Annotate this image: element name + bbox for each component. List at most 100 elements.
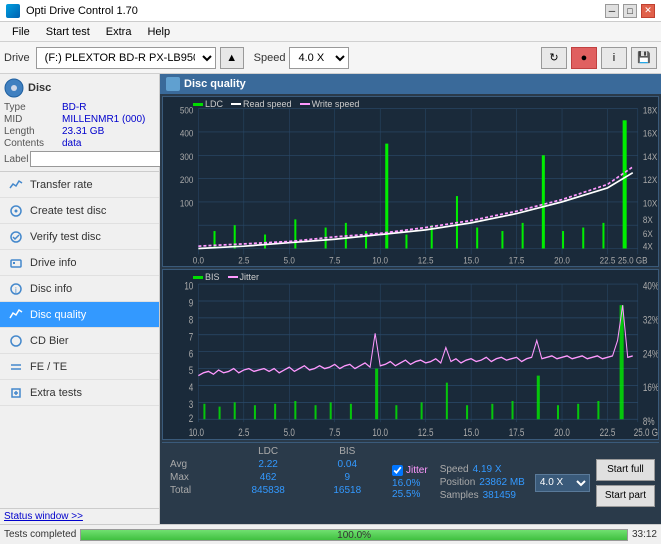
minimize-button[interactable]: ─ bbox=[605, 4, 619, 18]
ldc-chart-svg: 500 400 300 200 100 18X 16X 14X 12X 10X … bbox=[163, 97, 658, 266]
sidebar-item-disc-quality-label: Disc quality bbox=[30, 309, 86, 321]
svg-text:7.5: 7.5 bbox=[329, 255, 340, 266]
samples-label: Samples bbox=[440, 490, 479, 501]
position-row: Position 23862 MB bbox=[440, 477, 525, 488]
title-bar: Opti Drive Control 1.70 ─ □ ✕ bbox=[0, 0, 661, 22]
svg-text:17.5: 17.5 bbox=[509, 427, 525, 439]
progress-bar-container: 100.0% bbox=[80, 529, 628, 541]
svg-text:12.5: 12.5 bbox=[418, 255, 434, 266]
app-title: Opti Drive Control 1.70 bbox=[26, 5, 138, 17]
disc-section-title: Disc bbox=[28, 82, 51, 94]
svg-text:24%: 24% bbox=[643, 348, 658, 361]
svg-text:22.5: 22.5 bbox=[600, 255, 616, 266]
action-buttons: Start full Start part bbox=[596, 445, 655, 520]
svg-text:5: 5 bbox=[189, 365, 194, 378]
samples-value: 381459 bbox=[483, 490, 516, 501]
start-part-button[interactable]: Start part bbox=[596, 485, 655, 507]
speed-select-section: 4.0 X 2.0 X bbox=[533, 445, 592, 520]
svg-text:i: i bbox=[15, 286, 17, 295]
svg-text:200: 200 bbox=[180, 175, 194, 186]
svg-text:32%: 32% bbox=[643, 314, 658, 327]
speed-label-stat: Speed bbox=[440, 464, 469, 475]
progress-text: 100.0% bbox=[81, 530, 627, 542]
disc-icon bbox=[4, 78, 24, 98]
svg-text:22.5: 22.5 bbox=[600, 427, 616, 439]
jitter-check-row: Jitter bbox=[392, 465, 428, 476]
jitter-max: 25.5% bbox=[392, 489, 428, 500]
svg-text:8X: 8X bbox=[643, 214, 653, 225]
disc-label-input[interactable] bbox=[30, 151, 168, 167]
disc-type-value: BD-R bbox=[62, 102, 155, 113]
svg-text:2.5: 2.5 bbox=[238, 255, 249, 266]
bis-legend-jitter: Jitter bbox=[228, 272, 260, 282]
disc-info-section: Disc Type BD-R MID MILLENMR1 (000) Lengt… bbox=[0, 74, 159, 172]
svg-text:2.5: 2.5 bbox=[238, 427, 250, 439]
sidebar-item-create-test-disc[interactable]: Create test disc bbox=[0, 198, 159, 224]
svg-text:5.0: 5.0 bbox=[284, 427, 296, 439]
toolbar: Drive (F:) PLEXTOR BD-R PX-LB950SA 1.06 … bbox=[0, 42, 661, 74]
ldc-legend-read: Read speed bbox=[231, 99, 292, 109]
sidebar-item-disc-quality[interactable]: Disc quality bbox=[0, 302, 159, 328]
close-button[interactable]: ✕ bbox=[641, 4, 655, 18]
disc-quality-header-icon bbox=[166, 77, 180, 91]
svg-text:5.0: 5.0 bbox=[284, 255, 295, 266]
sidebar-item-disc-info[interactable]: i Disc info bbox=[0, 276, 159, 302]
sidebar-item-drive-info-label: Drive info bbox=[30, 257, 76, 269]
menu-help[interactable]: Help bbox=[139, 24, 178, 40]
speed-value-stat: 4.19 X bbox=[473, 464, 502, 475]
stats-row: LDC BIS Avg 2.22 0.04 Max bbox=[162, 442, 659, 522]
sidebar-item-drive-info[interactable]: Drive info bbox=[0, 250, 159, 276]
disc-type-label: Type bbox=[4, 102, 62, 113]
disc-quality-header: Disc quality bbox=[160, 74, 661, 94]
svg-text:100: 100 bbox=[180, 198, 194, 209]
sidebar-item-extra-tests[interactable]: Extra tests bbox=[0, 380, 159, 406]
disc-contents-value: data bbox=[62, 138, 155, 149]
refresh-button[interactable]: ↻ bbox=[541, 47, 567, 69]
sidebar-item-verify-test-disc[interactable]: Verify test disc bbox=[0, 224, 159, 250]
menu-start-test[interactable]: Start test bbox=[38, 24, 98, 40]
stats-max-ldc: 462 bbox=[226, 471, 311, 484]
svg-text:20.0: 20.0 bbox=[554, 255, 570, 266]
menu-file[interactable]: File bbox=[4, 24, 38, 40]
svg-text:0.0: 0.0 bbox=[193, 255, 204, 266]
speed-row: Speed 4.19 X bbox=[440, 464, 525, 475]
save-button[interactable]: 💾 bbox=[631, 47, 657, 69]
status-window-button[interactable]: Status window >> bbox=[4, 511, 83, 522]
test-speed-select[interactable]: 4.0 X 2.0 X bbox=[535, 474, 590, 492]
stats-total-row: Total 845838 16518 bbox=[166, 484, 384, 497]
sidebar-item-cd-bier[interactable]: CD Bier bbox=[0, 328, 159, 354]
sidebar-item-transfer-rate-label: Transfer rate bbox=[30, 179, 93, 191]
maximize-button[interactable]: □ bbox=[623, 4, 637, 18]
position-label: Position bbox=[440, 477, 476, 488]
nav-list: Transfer rate Create test disc Verify te… bbox=[0, 172, 159, 406]
svg-text:18X: 18X bbox=[643, 105, 658, 116]
menu-extra[interactable]: Extra bbox=[98, 24, 140, 40]
info-button[interactable]: i bbox=[601, 47, 627, 69]
jitter-avg: 16.0% bbox=[392, 478, 428, 489]
svg-text:25.0 GB: 25.0 GB bbox=[634, 427, 658, 439]
settings-button[interactable]: ● bbox=[571, 47, 597, 69]
svg-text:300: 300 bbox=[180, 151, 194, 162]
sidebar-item-transfer-rate[interactable]: Transfer rate bbox=[0, 172, 159, 198]
svg-text:12X: 12X bbox=[643, 175, 658, 186]
sidebar-item-fe-te[interactable]: FE / TE bbox=[0, 354, 159, 380]
left-panel: Disc Type BD-R MID MILLENMR1 (000) Lengt… bbox=[0, 74, 160, 524]
stats-avg-bis: 0.04 bbox=[311, 458, 384, 471]
svg-text:4X: 4X bbox=[643, 241, 653, 252]
disc-info-icon: i bbox=[8, 281, 24, 297]
svg-text:10: 10 bbox=[184, 281, 193, 294]
eject-button[interactable]: ▲ bbox=[220, 47, 244, 69]
fe-te-icon bbox=[8, 359, 24, 375]
jitter-checkbox[interactable] bbox=[392, 465, 403, 476]
ldc-chart: LDC Read speed Write speed bbox=[162, 96, 659, 267]
svg-text:10X: 10X bbox=[643, 198, 658, 209]
disc-label-label: Label bbox=[4, 154, 28, 165]
disc-quality-icon bbox=[8, 307, 24, 323]
speed-select[interactable]: 4.0 X 2.0 X 1.0 X bbox=[289, 47, 349, 69]
sidebar-item-verify-test-disc-label: Verify test disc bbox=[30, 231, 101, 243]
disc-mid-value: MILLENMR1 (000) bbox=[62, 114, 155, 125]
drive-select[interactable]: (F:) PLEXTOR BD-R PX-LB950SA 1.06 bbox=[36, 47, 216, 69]
svg-text:14X: 14X bbox=[643, 151, 658, 162]
svg-text:4: 4 bbox=[189, 382, 194, 395]
start-full-button[interactable]: Start full bbox=[596, 459, 655, 481]
